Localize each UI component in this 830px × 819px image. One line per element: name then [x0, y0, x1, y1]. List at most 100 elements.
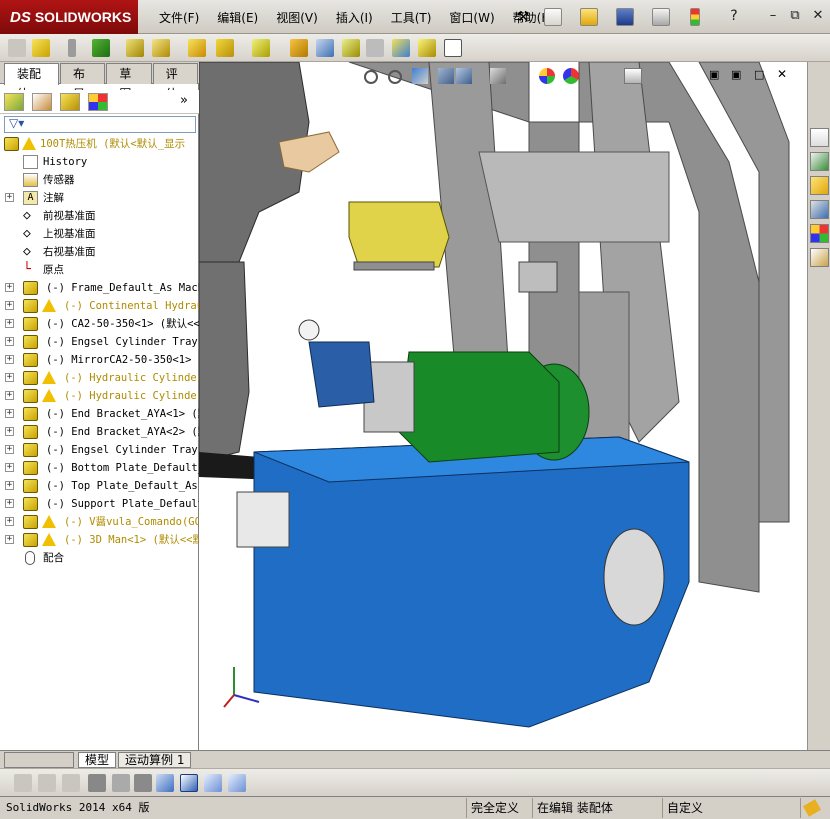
configuration-manager-icon[interactable] [60, 93, 80, 111]
graphics-area[interactable]: ▣ ▣ □ ✕ [199, 62, 807, 750]
draft-quality-icon[interactable] [38, 774, 56, 792]
reference-geometry-icon[interactable] [252, 39, 270, 57]
viewport-tile-icon[interactable]: ▣ [709, 68, 719, 81]
scene-icon[interactable] [563, 68, 579, 84]
tree-item-front-plane[interactable]: ◇ 前视基准面 [0, 207, 199, 225]
tree-item-hydraulic-cylinder-1[interactable]: + (-) Hydraulic Cylinder< [0, 369, 199, 387]
tab-model[interactable]: 模型 [78, 752, 117, 768]
assembly-features-icon[interactable] [216, 39, 234, 57]
filter-field[interactable]: ▽▾ [4, 116, 196, 133]
status-units[interactable]: 自定义 [662, 798, 752, 818]
menu-window[interactable]: 窗口(W) [440, 9, 503, 27]
tree-item-engsel-cylinder-tray-2[interactable]: + (-) Engsel Cylinder Tray I [0, 441, 199, 459]
tree-item-frame[interactable]: + (-) Frame_Default_As Machi [0, 279, 199, 297]
tab-motion-study-1[interactable]: 运动算例 1 [118, 752, 192, 768]
shaded-view-icon[interactable] [180, 774, 198, 792]
solidworks-resources-icon[interactable] [810, 128, 829, 147]
menu-view[interactable]: 视图(V) [267, 9, 327, 27]
display-style-icon[interactable] [490, 68, 506, 84]
expand-icon[interactable]: + [5, 517, 14, 526]
move-component-icon[interactable] [152, 39, 170, 57]
instant3d-icon[interactable] [444, 39, 462, 57]
zoom-to-fit-icon[interactable] [364, 70, 378, 84]
tree-item-end-bracket-2[interactable]: + (-) End Bracket_AYA<2> (默 [0, 423, 199, 441]
feature-tree-icon[interactable] [4, 93, 24, 111]
new-motion-study-icon[interactable] [290, 39, 308, 57]
tree-item-sensors[interactable]: 传感器 [0, 171, 199, 189]
curvature-icon[interactable] [134, 774, 152, 792]
expand-icon[interactable]: + [5, 283, 14, 292]
viewport-restore-icon[interactable]: ▣ [731, 68, 741, 81]
menu-file[interactable]: 文件(F) [150, 9, 208, 27]
bill-of-materials-icon[interactable] [316, 39, 334, 57]
property-manager-icon[interactable] [32, 93, 52, 111]
tree-item-top-plane[interactable]: ◇ 上视基准面 [0, 225, 199, 243]
expand-icon[interactable]: + [5, 337, 14, 346]
tree-item-origin[interactable]: └ 原点 [0, 261, 199, 279]
file-explorer-icon[interactable] [810, 176, 829, 195]
appearance-icon[interactable] [539, 68, 555, 84]
expand-icon[interactable]: + [5, 319, 14, 328]
viewport-close-icon[interactable]: ✕ [777, 67, 787, 81]
grid-icon[interactable] [112, 774, 130, 792]
rebuild-traffic-light-icon[interactable] [690, 8, 700, 26]
tree-item-3d-man[interactable]: + (-) 3D Man<1> (默认<<默 [0, 531, 199, 549]
expand-icon[interactable]: + [5, 193, 14, 202]
expand-panel-icon[interactable]: » [180, 93, 188, 108]
tree-item-ca2-50-350[interactable]: + (-) CA2-50-350<1> (默认<< [0, 315, 199, 333]
expand-icon[interactable]: + [5, 463, 14, 472]
appearances-scenes-icon[interactable] [810, 224, 829, 243]
insert-component-icon[interactable] [32, 39, 50, 57]
view-settings-icon[interactable] [624, 68, 642, 84]
print-icon[interactable] [652, 8, 670, 26]
expand-icon[interactable]: + [5, 481, 14, 490]
pin-icon[interactable]: ⚒ [514, 8, 532, 26]
tree-root[interactable]: 100T热压机 (默认<默认_显示 [0, 135, 199, 153]
tab-sketch[interactable]: 草图 [106, 63, 152, 101]
previous-view-icon[interactable] [412, 68, 428, 84]
linear-pattern-icon[interactable] [92, 39, 110, 57]
large-assembly-icon[interactable] [62, 774, 80, 792]
minimize-icon[interactable]: – [765, 8, 781, 24]
zoom-to-area-icon[interactable] [388, 70, 402, 84]
smart-fasteners-icon[interactable] [126, 39, 144, 57]
tree-item-mirror-ca2[interactable]: + (-) MirrorCA2-50-350<1> ( [0, 351, 199, 369]
status-tag-icon[interactable] [800, 798, 828, 818]
tree-item-mates[interactable]: 配合 [0, 549, 199, 567]
viewport-maximize-icon[interactable]: □ [754, 68, 764, 81]
display-manager-icon[interactable] [88, 93, 108, 111]
expand-icon[interactable]: + [5, 391, 14, 400]
zebra-stripes-icon[interactable] [156, 774, 174, 792]
tab-evaluate[interactable]: 评估 [152, 63, 198, 101]
clearance-verification-icon[interactable] [418, 39, 436, 57]
tree-item-right-plane[interactable]: ◇ 右视基准面 [0, 243, 199, 261]
interference-detection-icon[interactable] [392, 39, 410, 57]
tab-scroll-arrows[interactable] [4, 752, 74, 768]
show-hidden-icon[interactable] [188, 39, 206, 57]
explode-line-sketch-icon[interactable] [366, 39, 384, 57]
tree-item-top-plate[interactable]: + (-) Top Plate_Default_As M [0, 477, 199, 495]
view-orientation-icon[interactable] [456, 68, 472, 84]
exploded-view-icon[interactable] [342, 39, 360, 57]
close-icon[interactable]: ✕ [810, 8, 826, 24]
tree-item-support-plate[interactable]: + (-) Support Plate_Default_ [0, 495, 199, 513]
restore-icon[interactable]: ⧉ [787, 8, 803, 24]
expand-icon[interactable]: + [5, 535, 14, 544]
hidden-lines-icon[interactable] [14, 774, 32, 792]
tree-item-history[interactable]: History [0, 153, 199, 171]
menu-insert[interactable]: 插入(I) [327, 9, 382, 27]
help-icon[interactable]: ? [726, 8, 742, 24]
menu-edit[interactable]: 编辑(E) [208, 9, 267, 27]
expand-icon[interactable]: + [5, 409, 14, 418]
expand-icon[interactable]: + [5, 355, 14, 364]
tree-item-valvula-comando[interactable]: + (-) V醤vula_Comando(GOI [0, 513, 199, 531]
open-file-icon[interactable] [580, 8, 598, 26]
expand-icon[interactable]: + [5, 373, 14, 382]
expand-icon[interactable]: + [5, 427, 14, 436]
expand-icon[interactable]: + [5, 301, 14, 310]
view-palette-icon[interactable] [810, 200, 829, 219]
tree-item-engsel-cylinder-tray-1[interactable]: + (-) Engsel Cylinder Tray I [0, 333, 199, 351]
tree-item-continental-hydraulic[interactable]: + (-) Continental Hydraul [0, 297, 199, 315]
mate-icon[interactable] [68, 39, 76, 57]
solidworks-logo[interactable]: DS SOLIDWORKS [0, 0, 138, 34]
